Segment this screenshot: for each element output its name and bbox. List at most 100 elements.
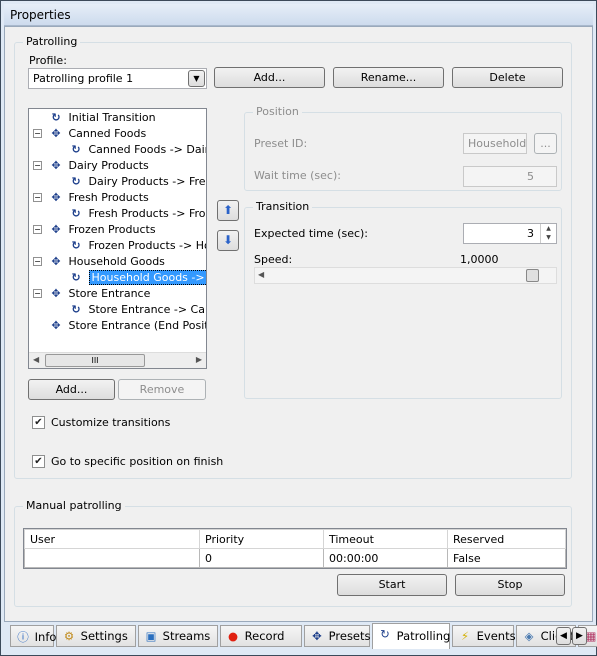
- tree-item-label: Initial Transition: [68, 111, 156, 124]
- tab-scroll-right-button[interactable]: ▶: [572, 627, 587, 645]
- tree-item-label: Household Goods -> S: [88, 270, 206, 285]
- scroll-right-icon[interactable]: ▶: [196, 355, 202, 364]
- move-down-button[interactable]: ⬇: [217, 230, 239, 251]
- scroll-thumb[interactable]: III: [45, 354, 145, 367]
- move-up-button[interactable]: ⬆: [217, 200, 239, 221]
- tree-item[interactable]: ↻ Canned Foods -> Dairy: [67, 142, 206, 158]
- patrolling-icon: ↻: [380, 627, 390, 641]
- tree-item[interactable]: ↻ Household Goods -> S: [67, 270, 206, 286]
- wait-time-spinner[interactable]: 5: [463, 166, 557, 187]
- tree-item[interactable]: ↻ Frozen Products -> Ho: [67, 238, 206, 254]
- customize-transitions-label[interactable]: Customize transitions: [51, 416, 170, 429]
- add-tree-item-button[interactable]: Add...: [28, 379, 115, 400]
- transition-icon: ↻: [51, 111, 61, 124]
- tree-item-label: Fresh Products -> Froz: [88, 207, 207, 220]
- customize-transitions-checkbox[interactable]: ✔: [32, 416, 45, 429]
- tree-item[interactable]: ↻ Dairy Products -> Fres: [67, 174, 206, 190]
- browse-preset-button[interactable]: ...: [534, 133, 557, 154]
- speed-slider[interactable]: ◀: [254, 267, 557, 284]
- transition-icon: ↻: [71, 175, 81, 188]
- stop-button[interactable]: Stop: [455, 574, 565, 596]
- tree-item[interactable]: ↻ Fresh Products -> Froz: [67, 206, 207, 222]
- chevron-down-icon[interactable]: ▼: [188, 70, 205, 87]
- cell-user: [24, 548, 200, 568]
- spinner-arrows-icon[interactable]: ▲ ▼: [540, 224, 556, 243]
- preset-move-icon: ✥: [51, 319, 61, 332]
- remove-tree-item-button[interactable]: Remove: [118, 379, 206, 400]
- manual-table: User Priority Timeout Reserved 0 00:00:00 Fal…: [23, 528, 567, 569]
- horizontal-scrollbar[interactable]: ◀ III ▶: [29, 352, 206, 368]
- arrow-down-icon: ⬇: [222, 233, 234, 247]
- tree-item[interactable]: ✥ Frozen Products: [47, 222, 156, 238]
- tree-item[interactable]: ✥ Household Goods: [47, 254, 165, 270]
- settings-icon: ⚙: [63, 629, 75, 643]
- profile-value: Patrolling profile 1: [33, 72, 134, 85]
- collapse-icon[interactable]: −: [33, 225, 42, 234]
- tab-presets[interactable]: ✥ Presets: [304, 625, 371, 647]
- cell-priority: 0: [199, 548, 324, 568]
- presets-icon: ✥: [312, 629, 322, 643]
- tree-item-label: Frozen Products: [68, 223, 156, 236]
- tab-settings[interactable]: ⚙ Settings: [56, 625, 136, 647]
- expected-time-label: Expected time (sec):: [254, 227, 369, 240]
- tree-item-label: Store Entrance: [68, 287, 151, 300]
- collapse-icon[interactable]: −: [33, 193, 42, 202]
- collapse-icon[interactable]: −: [33, 161, 42, 170]
- goto-position-label[interactable]: Go to specific position on finish: [51, 455, 223, 468]
- tab-label: Record: [244, 629, 285, 643]
- streams-icon: ▣: [145, 629, 157, 643]
- column-header[interactable]: Reserved: [447, 529, 566, 549]
- cell-reserved: False: [447, 548, 566, 568]
- tree-item[interactable]: ↻ Initial Transition: [47, 110, 156, 126]
- preset-id-label: Preset ID:: [254, 137, 308, 150]
- manual-group-label: Manual patrolling: [23, 499, 125, 512]
- tab-events[interactable]: ⚡ Events: [452, 625, 516, 647]
- column-header[interactable]: Priority: [199, 529, 324, 549]
- collapse-icon[interactable]: −: [33, 129, 42, 138]
- patrolling-group-label: Patrolling: [23, 35, 81, 48]
- profile-select[interactable]: Patrolling profile 1 ▼: [28, 68, 207, 89]
- transition-icon: ↻: [71, 271, 81, 284]
- position-group-label: Position: [253, 105, 302, 118]
- collapse-icon[interactable]: −: [33, 289, 42, 298]
- delete-profile-button[interactable]: Delete: [452, 67, 563, 88]
- tab-patrolling[interactable]: ↻ Patrolling: [372, 623, 450, 649]
- tab-info[interactable]: ⓘ Info: [10, 625, 57, 647]
- tab-label: Streams: [162, 629, 211, 643]
- slider-left-icon[interactable]: ◀: [258, 270, 264, 279]
- column-header[interactable]: Timeout: [323, 529, 448, 549]
- tab-scroll-left-button[interactable]: ◀: [556, 627, 571, 645]
- transition-icon: ↻: [71, 143, 81, 156]
- patrol-tree[interactable]: ◀ III ▶ ↻ Initial Transition ✥ Canned Foo…: [28, 108, 207, 369]
- tab-record[interactable]: ● Record: [220, 625, 302, 647]
- info-icon: ⓘ: [17, 630, 29, 644]
- tree-item[interactable]: ✥ Store Entrance (End Positi: [47, 318, 207, 334]
- preset-move-icon: ✥: [51, 223, 61, 236]
- table-row[interactable]: 0 00:00:00 False: [24, 548, 566, 568]
- tree-item-label: Store Entrance (End Positi: [68, 319, 207, 332]
- record-icon: ●: [227, 629, 239, 643]
- tree-item[interactable]: ↻ Store Entrance -> Can: [67, 302, 206, 318]
- speed-label: Speed:: [254, 253, 293, 266]
- scroll-left-icon[interactable]: ◀: [33, 355, 39, 364]
- cell-timeout: 00:00:00: [323, 548, 448, 568]
- speed-value: 1,0000: [460, 253, 499, 266]
- tree-item[interactable]: ✥ Canned Foods: [47, 126, 146, 142]
- tab-label: Settings: [80, 629, 128, 643]
- tab-label: Events: [476, 629, 516, 643]
- column-header[interactable]: User: [24, 529, 200, 549]
- tree-item[interactable]: ✥ Fresh Products: [47, 190, 148, 206]
- slider-thumb[interactable]: [526, 269, 539, 282]
- rename-profile-button[interactable]: Rename...: [333, 67, 444, 88]
- transition-icon: ↻: [71, 303, 81, 316]
- goto-position-checkbox[interactable]: ✔: [32, 455, 45, 468]
- tab-streams[interactable]: ▣ Streams: [138, 625, 218, 647]
- tree-item[interactable]: ✥ Dairy Products: [47, 158, 148, 174]
- preset-id-field[interactable]: Household: [463, 133, 527, 154]
- collapse-icon[interactable]: −: [33, 257, 42, 266]
- add-profile-button[interactable]: Add...: [214, 67, 325, 88]
- start-button[interactable]: Start: [337, 574, 447, 596]
- tree-item[interactable]: ✥ Store Entrance: [47, 286, 150, 302]
- tab-label: Info: [34, 630, 57, 644]
- tree-item-label: Household Goods: [68, 255, 165, 268]
